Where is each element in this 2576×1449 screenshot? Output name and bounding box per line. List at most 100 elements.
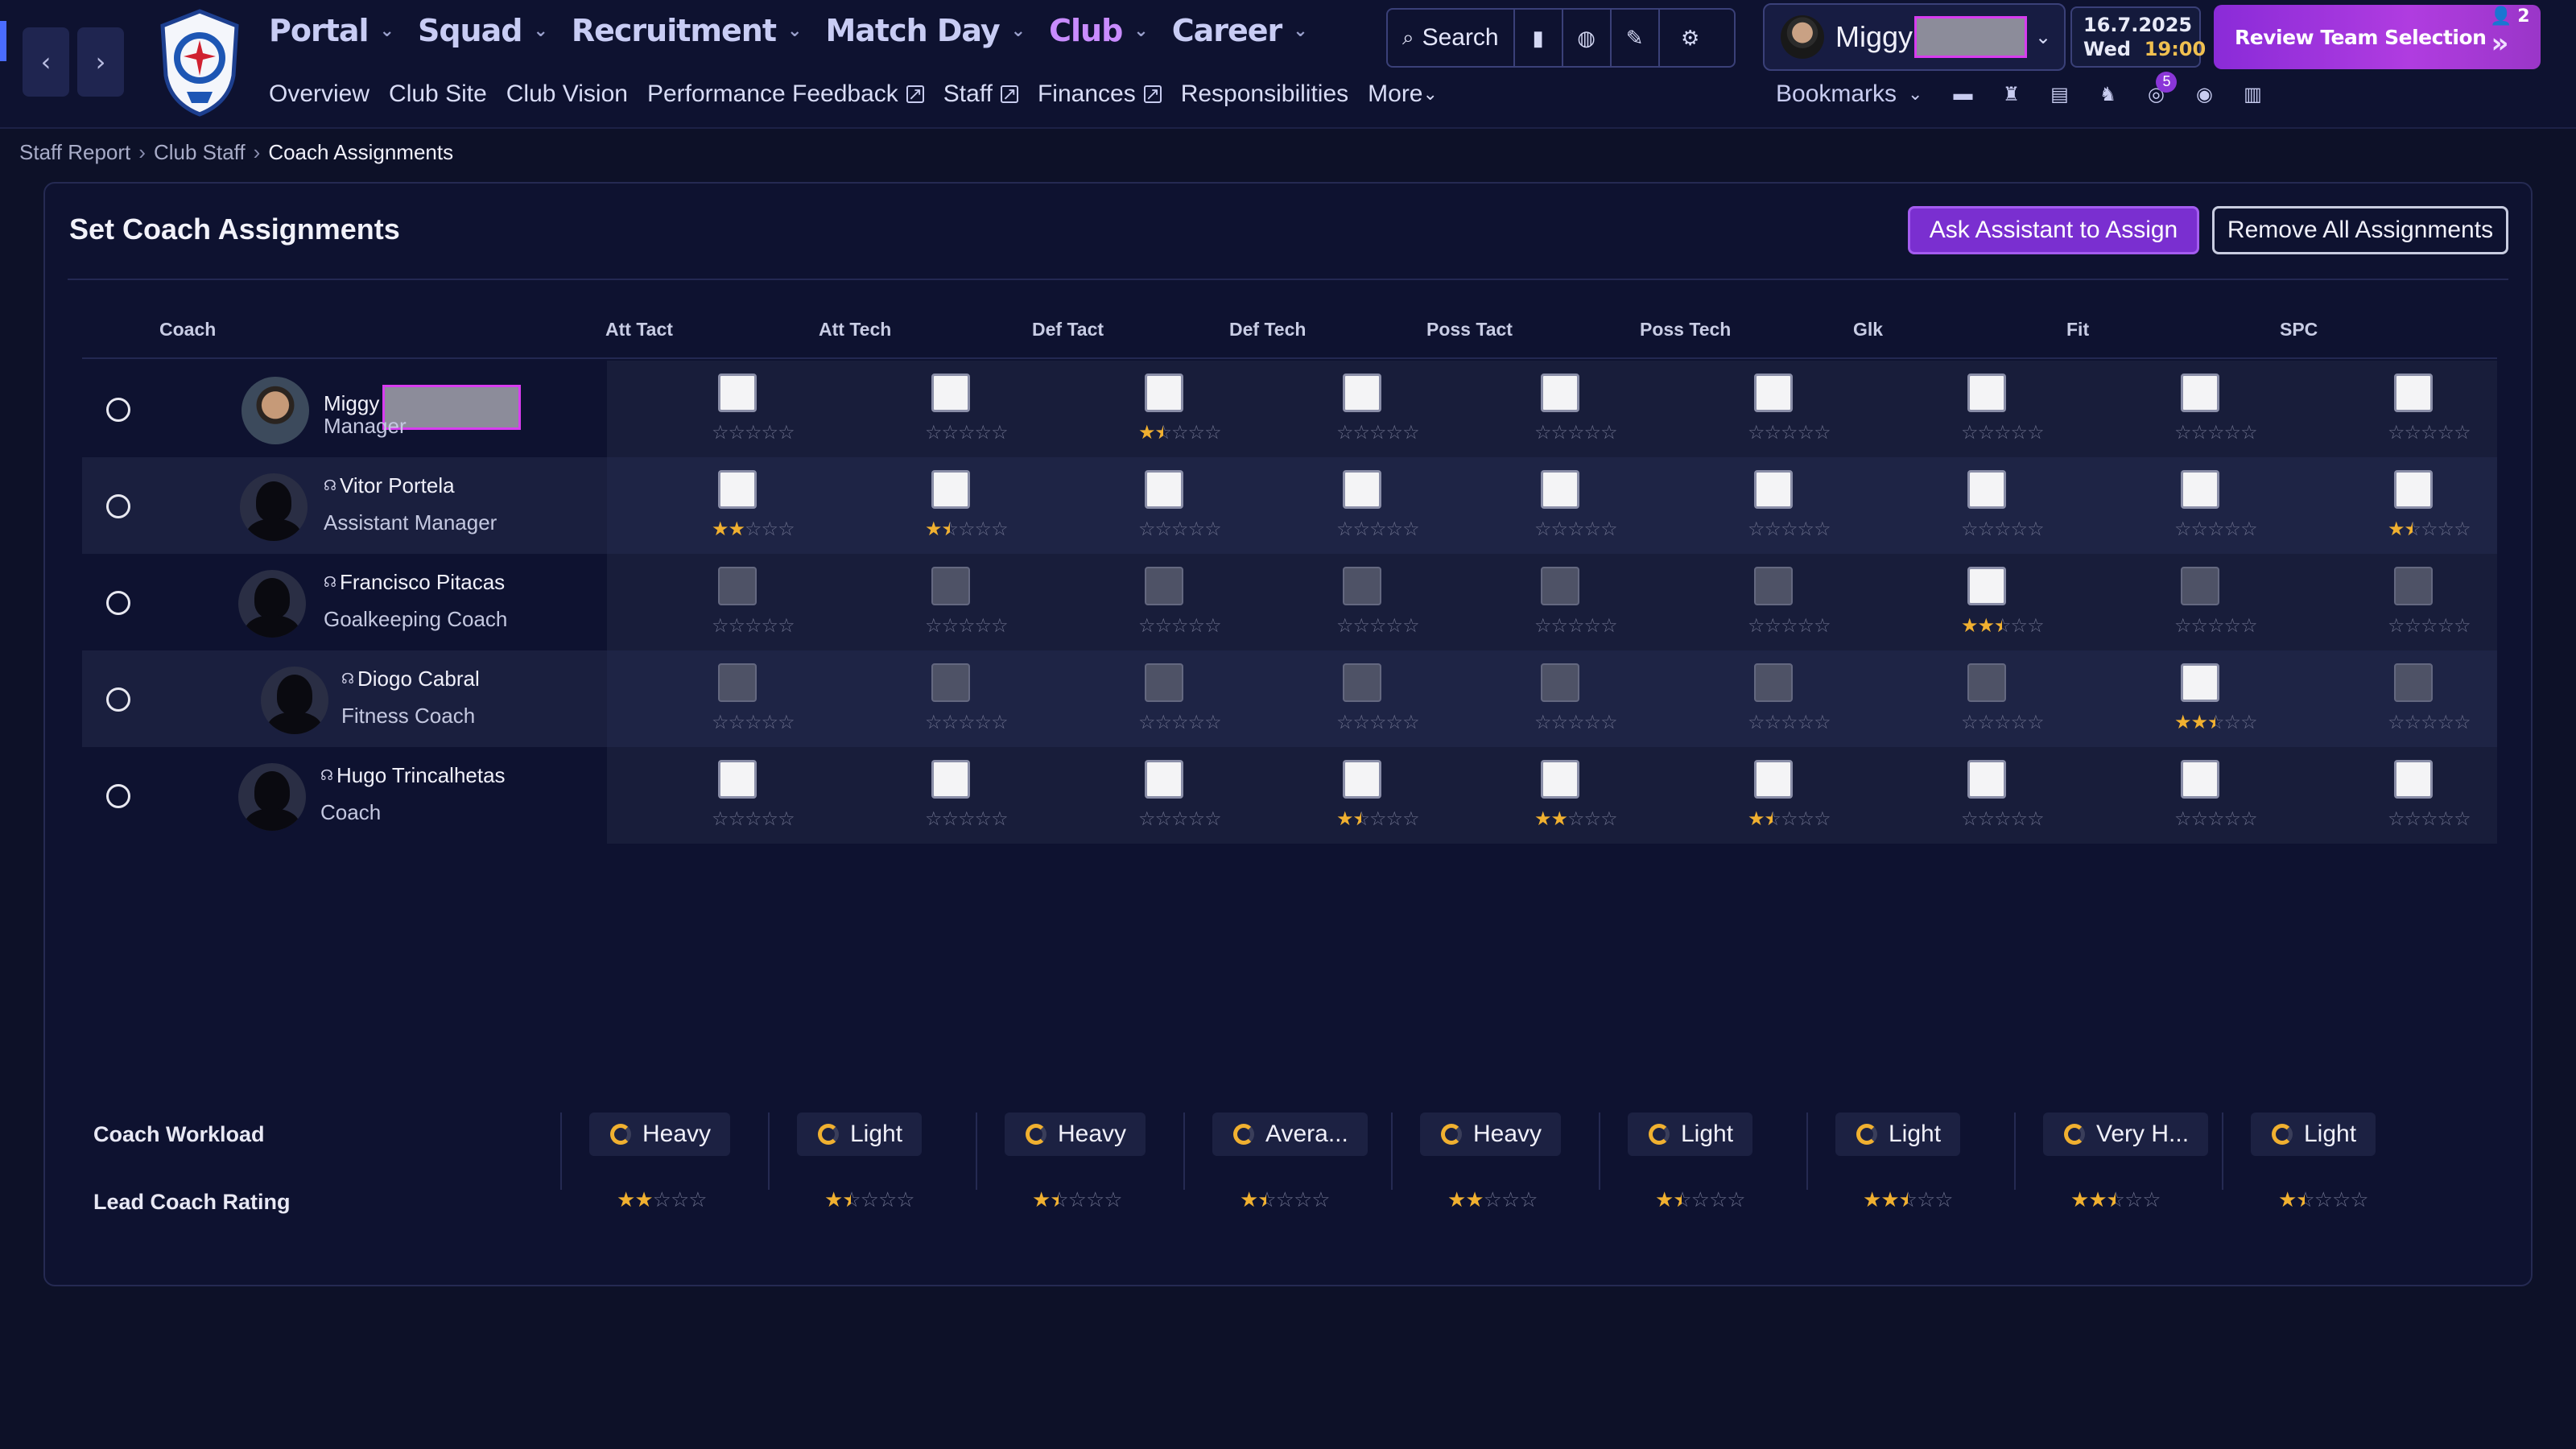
star-icon: ☆ [1104, 1188, 1122, 1212]
bookmarks-label[interactable]: Bookmarks [1776, 80, 1897, 108]
assignment-checkbox[interactable] [2394, 470, 2433, 509]
assignment-checkbox[interactable] [2181, 760, 2219, 799]
assignment-cell: ☆ ☆ ☆ ☆ ☆ [2362, 361, 2471, 457]
pen-button[interactable]: ✎ [1612, 10, 1660, 66]
assignment-checkbox[interactable] [931, 470, 970, 509]
star-icon: ☆ [728, 421, 745, 444]
assignment-checkbox[interactable] [1967, 374, 2006, 412]
assignment-checkbox[interactable] [1967, 567, 2006, 605]
nav-item-club[interactable]: Club ⌄ [1049, 13, 1149, 48]
star-icon: ☆ [1748, 614, 1765, 637]
back-button[interactable]: ‹ [23, 27, 69, 97]
coach-star-rating: ☆ ☆ ☆ ☆ ☆ [1534, 422, 1618, 443]
coach-star-rating: ☆ ☆ ☆ ☆ ☆ [2174, 808, 2258, 829]
subnav-item-club-vision[interactable]: Club Vision [506, 80, 628, 108]
assignment-checkbox[interactable] [1145, 760, 1183, 799]
coach-name[interactable]: ☊ Hugo Trincalhetas [320, 763, 506, 788]
assignment-checkbox[interactable] [931, 374, 970, 412]
assignment-checkbox[interactable] [1343, 760, 1381, 799]
remove-all-assignments-button[interactable]: Remove All Assignments [2212, 206, 2508, 254]
row-select-radio[interactable] [106, 398, 130, 422]
breadcrumb-club-staff[interactable]: Club Staff [154, 140, 246, 165]
star-icon: ☆ [1171, 807, 1188, 830]
date-display[interactable]: 16.7.2025 Wed 19:00 [2070, 6, 2206, 68]
nav-item-career[interactable]: Career ⌄ [1172, 13, 1308, 48]
search-button[interactable]: ⌕ Search [1388, 10, 1515, 66]
row-select-radio[interactable] [106, 591, 130, 615]
subnav-item-club-site[interactable]: Club Site [389, 80, 487, 108]
assignment-checkbox[interactable] [718, 760, 757, 799]
assignment-checkbox [1754, 663, 1793, 702]
bookmark-button[interactable]: ▮ [1515, 10, 1563, 66]
assignment-checkbox[interactable] [1754, 374, 1793, 412]
assignment-checkbox[interactable] [1754, 470, 1793, 509]
subnav-item-overview[interactable]: Overview [269, 80, 369, 108]
row-select-radio[interactable] [106, 687, 130, 712]
ask-assistant-button[interactable]: Ask Assistant to Assign [1908, 206, 2199, 254]
assignment-checkbox[interactable] [1145, 470, 1183, 509]
nav-item-recruitment[interactable]: Recruitment ⌄ [572, 13, 803, 48]
workload-ring-icon [1233, 1124, 1254, 1145]
silhouette-head [256, 481, 291, 522]
assignment-checkbox[interactable] [1541, 374, 1579, 412]
assignment-checkbox[interactable] [1343, 374, 1381, 412]
coach-name[interactable]: ☊ Francisco Pitacas [324, 570, 505, 595]
assignment-checkbox[interactable] [1754, 760, 1793, 799]
nav-item-match-day[interactable]: Match Day ⌄ [825, 13, 1026, 48]
globe-button[interactable]: ◍ [1563, 10, 1612, 66]
assignment-checkbox[interactable] [1541, 470, 1579, 509]
star-icon: ☆ [1402, 421, 1419, 444]
club-crest-icon[interactable] [156, 8, 243, 118]
subnav-item-finances[interactable]: Finances ↗ [1038, 80, 1162, 108]
subnav-item-responsibilities[interactable]: Responsibilities [1181, 80, 1348, 108]
chevron-down-icon: ⌄ [787, 20, 802, 41]
assignment-checkbox[interactable] [2394, 374, 2433, 412]
assignment-checkbox[interactable] [1967, 760, 2006, 799]
chat-icon[interactable]: ▬ [1938, 83, 1987, 105]
star-icon: ☆ [1814, 711, 1831, 733]
chevron-down-icon[interactable]: ⌄ [1908, 84, 1922, 105]
chevron-right-icon: › [95, 47, 106, 77]
subnav-item-more[interactable]: More ⌄ [1368, 80, 1438, 108]
assignment-checkbox[interactable] [718, 374, 757, 412]
assignment-checkbox[interactable] [2181, 374, 2219, 412]
review-team-selection-button[interactable]: Review Team Selection » 👤 2 [2214, 5, 2541, 69]
coach-name[interactable]: ☊ Diogo Cabral [341, 667, 480, 691]
nav-item-portal[interactable]: Portal ⌄ [269, 13, 394, 48]
notification-badge: 5 [2156, 71, 2178, 93]
assignment-cell: ☆ ☆ ☆ ☆ ☆ [1113, 554, 1222, 650]
star-icon: ☆ [1085, 1188, 1104, 1212]
assignment-checkbox[interactable] [2181, 470, 2219, 509]
star-icon: ☆ [1797, 711, 1814, 733]
coach-name[interactable]: ☊ Vitor Portela [324, 473, 455, 498]
coach-star-rating: ☆ ☆ ☆ ☆ ☆ [1748, 712, 1831, 733]
assignment-checkbox[interactable] [1967, 470, 2006, 509]
subnav-item-performance-feedback[interactable]: Performance Feedback ↗ [647, 80, 924, 108]
subnav-item-staff[interactable]: Staff ↗ [943, 80, 1018, 108]
star-icon: ☆ [2027, 614, 2044, 637]
assignment-checkbox[interactable] [1541, 760, 1579, 799]
row-select-radio[interactable] [106, 494, 130, 518]
row-select-radio[interactable] [106, 784, 130, 808]
scout-icon[interactable]: ♞ [2083, 83, 2132, 106]
shirt-icon[interactable]: ♜ [1987, 83, 2035, 106]
settings-button[interactable]: ⚙ [1660, 10, 1721, 66]
notes-icon[interactable]: ▥ [2228, 83, 2277, 106]
assignment-checkbox[interactable] [2394, 760, 2433, 799]
assignment-checkbox[interactable] [2181, 663, 2219, 702]
assignment-checkbox[interactable] [1145, 374, 1183, 412]
assignment-checkbox[interactable] [1343, 470, 1381, 509]
breadcrumb-staff-report[interactable]: Staff Report [19, 140, 130, 165]
ball-icon[interactable]: ◉ [2180, 83, 2228, 106]
page-title: Set Coach Assignments [69, 213, 400, 246]
forward-button[interactable]: › [77, 27, 124, 97]
workload-badge: Heavy [589, 1113, 731, 1156]
nav-item-squad[interactable]: Squad ⌄ [417, 13, 548, 48]
assignment-checkbox[interactable] [931, 760, 970, 799]
clipboard-icon[interactable]: ▤ [2035, 83, 2083, 106]
assignment-cell: ☆ ☆ ☆ ☆ ☆ [2362, 650, 2471, 747]
profile-menu[interactable]: Miggy ⌄ [1763, 3, 2066, 71]
nav-item-label: Squad [417, 13, 522, 48]
assignment-checkbox[interactable] [718, 470, 757, 509]
messages-icon[interactable]: ◎ 5 [2132, 71, 2180, 106]
